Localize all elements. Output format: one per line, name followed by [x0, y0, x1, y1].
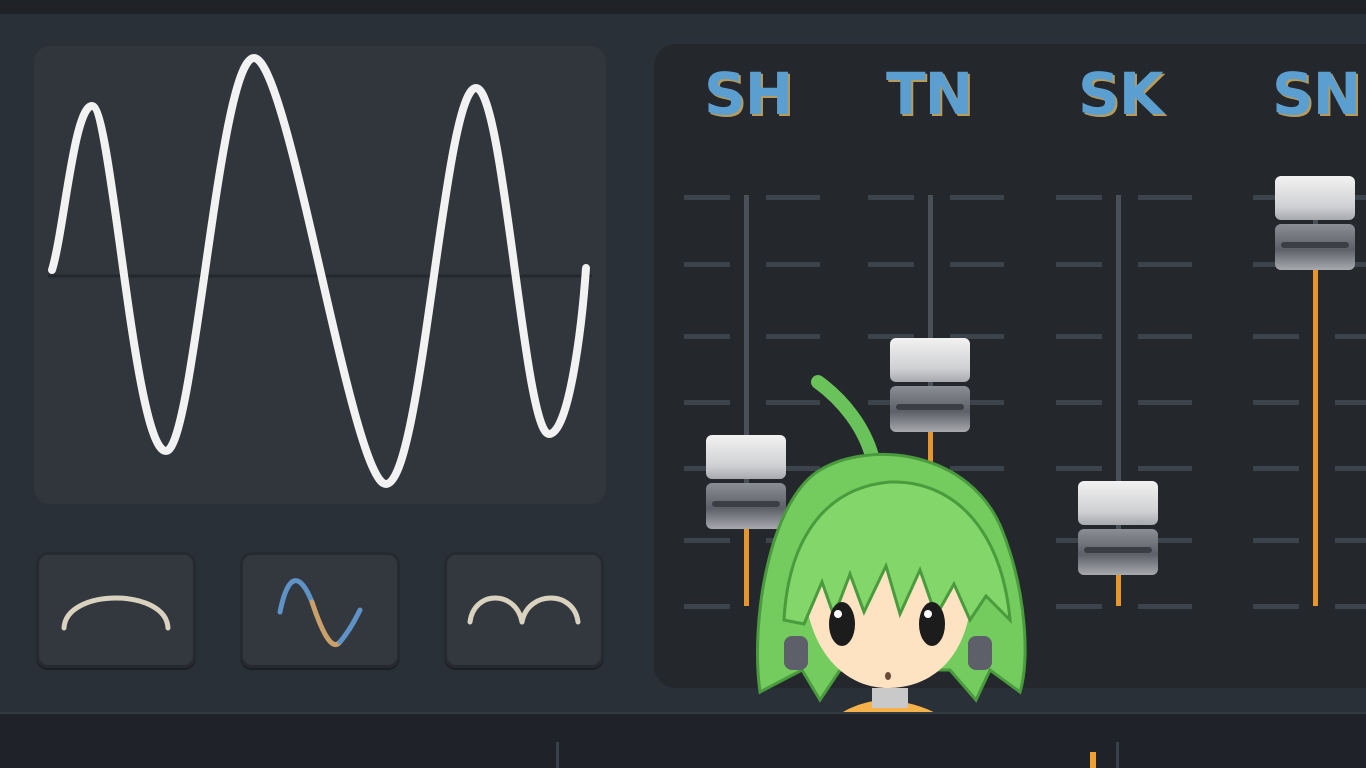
fader-tick	[1138, 604, 1192, 609]
fader-tick	[1056, 195, 1102, 200]
fader-tick	[1335, 400, 1366, 405]
fader-tick	[1056, 604, 1102, 609]
fader-tick	[868, 262, 914, 267]
fader-tick	[1056, 334, 1102, 339]
fader-level-fill-sk	[1116, 574, 1121, 606]
sine-wave-icon	[277, 578, 363, 647]
fader-tick	[1138, 466, 1192, 471]
fader-tick	[684, 262, 730, 267]
fader-knob-sn[interactable]	[1275, 176, 1355, 274]
fader-tick	[1253, 538, 1299, 543]
fader-tick	[684, 400, 730, 405]
channel-label-tn: TN	[886, 60, 973, 128]
fader-tick	[1056, 466, 1102, 471]
fader-tick	[1056, 262, 1102, 267]
bottom-bar	[0, 712, 1366, 768]
channel-label-sk: SK	[1078, 60, 1164, 128]
fader-tick	[684, 538, 730, 543]
fader-tick	[766, 195, 820, 200]
fader-knob-cap	[1078, 480, 1158, 525]
fader-tick	[1253, 400, 1299, 405]
fader-tick	[1138, 262, 1192, 267]
fader-tick	[684, 604, 730, 609]
fader-tick	[1138, 334, 1192, 339]
fader-tick	[1253, 334, 1299, 339]
fader-knob-cap	[1275, 176, 1355, 220]
green-haired-mascot-icon	[756, 375, 1027, 768]
fader-tick	[684, 195, 730, 200]
fader-tick	[1335, 466, 1366, 471]
fader-tick	[1138, 195, 1192, 200]
bottom-divider	[1116, 742, 1119, 768]
bottom-divider	[556, 742, 559, 768]
channel-label-sh: SH	[704, 60, 793, 128]
fader-tick	[868, 195, 914, 200]
arch-wave-icon	[61, 595, 171, 631]
fader-knob-grip	[1084, 546, 1152, 553]
wave-shape-button-arch[interactable]	[36, 552, 196, 668]
fader-knob-sk[interactable]	[1078, 480, 1158, 579]
channel-label-sn: SN	[1272, 60, 1361, 128]
fader-tick	[1138, 400, 1192, 405]
fader-level-fill-sn	[1313, 270, 1318, 606]
fader-tick	[950, 195, 1004, 200]
fader-tick	[950, 262, 1004, 267]
fader-tick	[1335, 538, 1366, 543]
bottom-level-indicator	[1090, 752, 1096, 768]
wave-shape-button-sine[interactable]	[240, 552, 400, 668]
double-arch-wave-icon	[467, 595, 581, 625]
fader-tick	[1056, 400, 1102, 405]
top-bar	[0, 0, 1366, 14]
fader-knob-grip	[1281, 242, 1349, 248]
fader-tick	[684, 334, 730, 339]
fader-tick	[1253, 604, 1299, 609]
fader-tick	[1335, 604, 1366, 609]
waveform-display	[34, 46, 606, 504]
waveform-trace	[48, 54, 590, 488]
fader-tick	[766, 334, 820, 339]
synth-editor: SH TN SK SN	[0, 0, 1366, 768]
fader-tick	[766, 262, 820, 267]
wave-shape-button-double-arch[interactable]	[444, 552, 604, 668]
fader-tick	[1335, 334, 1366, 339]
fader-tick	[1253, 466, 1299, 471]
